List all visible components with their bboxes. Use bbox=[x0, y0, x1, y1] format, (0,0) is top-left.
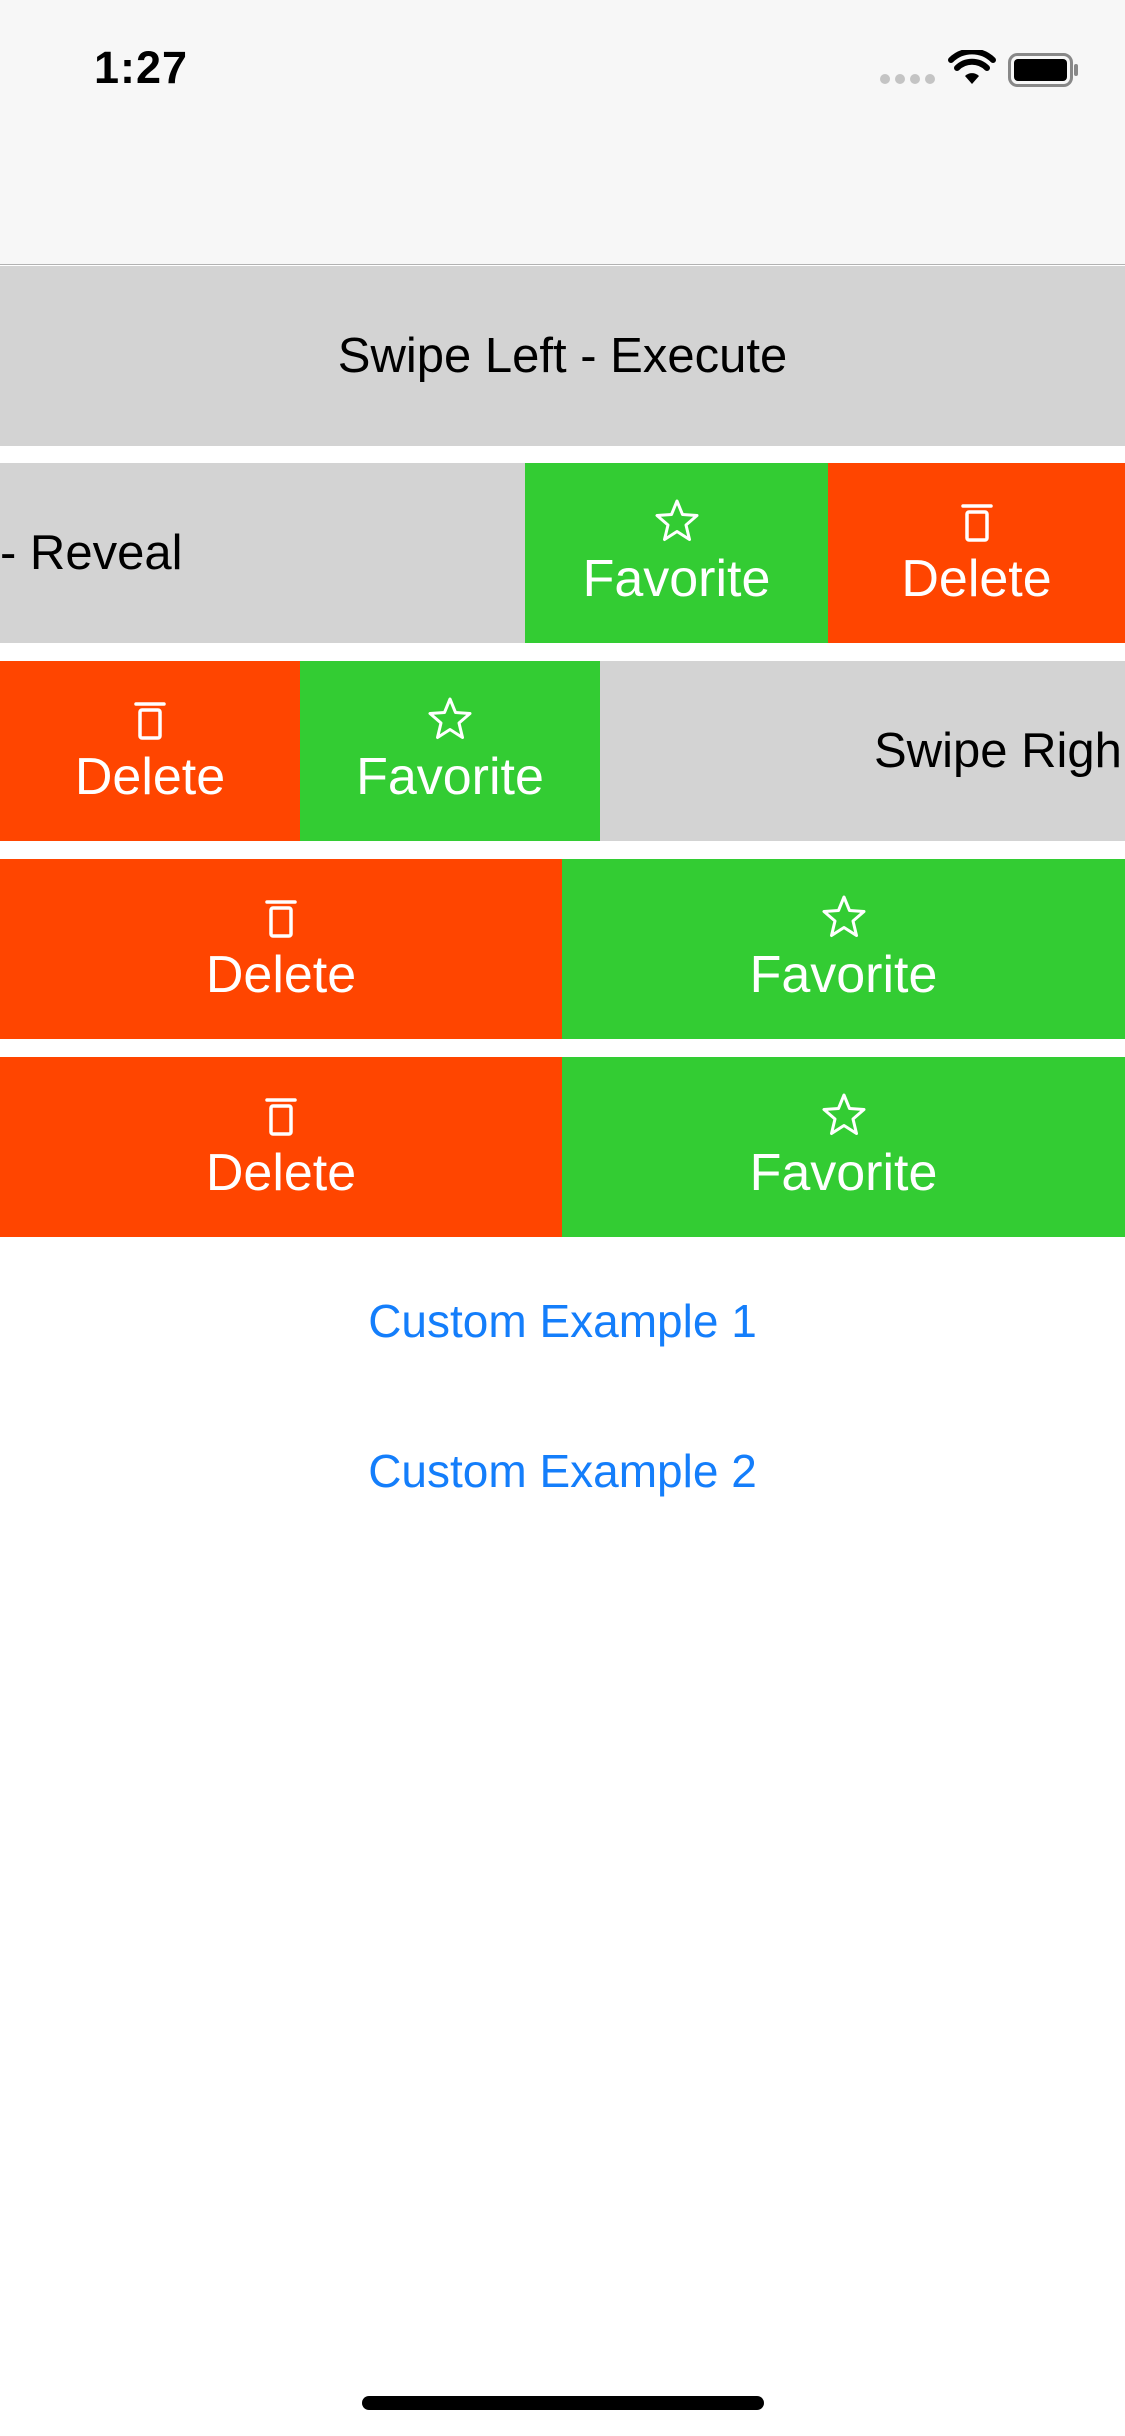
delete-label: Delete bbox=[74, 748, 226, 806]
battery-icon bbox=[1008, 53, 1078, 87]
custom-example-2-button[interactable]: Custom Example 2 bbox=[0, 1431, 1125, 1511]
swipe-row-right[interactable]: Delete Favorite Swipe Righ bbox=[0, 661, 1125, 841]
delete-button[interactable]: Delete bbox=[828, 463, 1125, 643]
row-label: Swipe Righ bbox=[874, 724, 1122, 778]
swipe-row-both-actions[interactable]: Delete Favorite bbox=[0, 1057, 1125, 1237]
delete-label: Delete bbox=[901, 550, 1052, 608]
row-label: - Reveal bbox=[0, 526, 183, 580]
star-outline-icon bbox=[655, 499, 698, 541]
swipe-row-reveal[interactable]: - Reveal Favorite Delete bbox=[0, 463, 1125, 643]
status-bar: 1:27 bbox=[0, 0, 1125, 132]
favorite-label: Favorite bbox=[356, 748, 544, 806]
wifi-icon bbox=[948, 50, 996, 84]
navigation-bar bbox=[0, 132, 1125, 265]
swipe-row-both-actions[interactable]: Delete Favorite bbox=[0, 859, 1125, 1039]
delete-button[interactable]: Delete bbox=[0, 661, 300, 841]
delete-label: Delete bbox=[205, 946, 357, 1004]
star-outline-icon bbox=[822, 1093, 865, 1135]
star-outline-icon bbox=[822, 895, 865, 937]
cellular-signal-icon bbox=[880, 74, 936, 86]
trash-icon bbox=[960, 504, 993, 542]
home-indicator[interactable] bbox=[362, 2396, 764, 2410]
row-label: Swipe Left - Execute bbox=[337, 329, 788, 383]
favorite-button[interactable]: Favorite bbox=[562, 859, 1125, 1039]
status-time: 1:27 bbox=[94, 42, 189, 93]
star-outline-icon bbox=[428, 697, 472, 739]
custom-example-1-button[interactable]: Custom Example 1 bbox=[0, 1281, 1125, 1361]
favorite-label: Favorite bbox=[582, 550, 771, 608]
delete-button[interactable]: Delete bbox=[0, 859, 562, 1039]
favorite-button[interactable]: Favorite bbox=[300, 661, 600, 841]
delete-label: Delete bbox=[205, 1144, 357, 1202]
favorite-label: Favorite bbox=[749, 1144, 938, 1202]
delete-button[interactable]: Delete bbox=[0, 1057, 562, 1237]
trash-icon bbox=[134, 702, 166, 740]
favorite-button[interactable]: Favorite bbox=[562, 1057, 1125, 1237]
favorite-button[interactable]: Favorite bbox=[525, 463, 828, 643]
favorite-label: Favorite bbox=[749, 946, 938, 1004]
trash-icon bbox=[265, 1098, 297, 1136]
swipe-row-execute[interactable]: Swipe Left - Execute bbox=[0, 266, 1125, 446]
trash-icon bbox=[265, 900, 297, 938]
